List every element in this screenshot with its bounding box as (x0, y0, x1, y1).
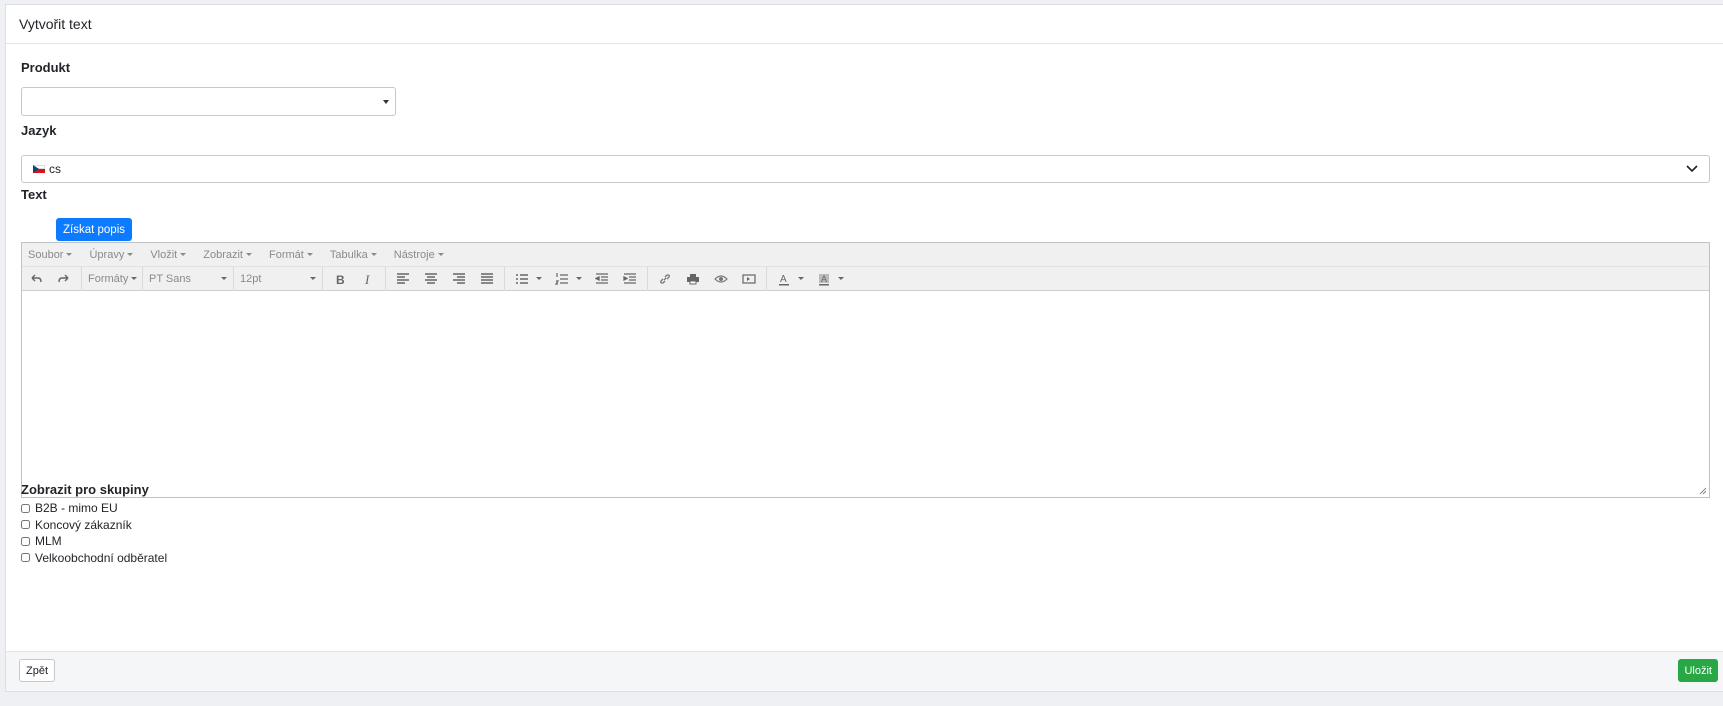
menu-soubor[interactable]: Soubor (28, 249, 73, 261)
italic-icon: I (364, 272, 370, 286)
get-description-button[interactable]: Získat popis (56, 218, 132, 241)
menu-tabulka[interactable]: Tabulka (330, 249, 377, 261)
menu-upravy[interactable]: Úpravy (89, 249, 134, 261)
menu-nastroje[interactable]: Nástroje (394, 249, 444, 261)
back-button[interactable]: Zpět (19, 659, 56, 682)
jazyk-select[interactable]: cs (21, 155, 1710, 183)
resize-handle-icon[interactable] (1699, 487, 1707, 495)
bullet-list-button[interactable] (508, 268, 548, 290)
redo-icon (58, 274, 69, 282)
text-color-icon: A (778, 274, 789, 285)
align-right-icon (453, 272, 465, 284)
editor-menubar: Soubor Úpravy Vložit Zobrazit Formát Tab… (22, 243, 1709, 267)
menu-format[interactable]: Formát (269, 249, 313, 261)
group-checkbox[interactable] (21, 503, 30, 513)
page-background (0, 692, 1723, 706)
group-checkbox[interactable] (21, 536, 30, 546)
eye-icon (714, 274, 728, 283)
jazyk-label: Jazyk (21, 123, 57, 138)
italic-button[interactable]: I (354, 268, 382, 290)
rich-text-editor: Soubor Úpravy Vložit Zobrazit Formát Tab… (21, 242, 1710, 498)
undo-button[interactable] (22, 268, 50, 290)
caret-down-icon (383, 100, 389, 104)
produkt-select[interactable] (21, 87, 396, 116)
card-header: Vytvořit text (6, 5, 1723, 44)
print-icon (687, 273, 699, 284)
jazyk-select-value: cs (49, 162, 61, 176)
page-title: Vytvořit text (19, 16, 92, 32)
formats-dropdown[interactable]: Formáty (82, 268, 142, 290)
card-footer: Zpět Uložit (6, 651, 1723, 691)
text-label: Text (21, 187, 47, 202)
svg-text:B: B (336, 273, 345, 286)
bold-icon: B (336, 273, 345, 286)
align-justify-icon (481, 272, 493, 284)
align-center-icon (425, 272, 437, 284)
text-color-button[interactable]: A (770, 268, 810, 290)
group-checkbox-row[interactable]: Koncový zákazník (21, 517, 167, 533)
background-color-button[interactable]: A (810, 268, 850, 290)
group-checkbox-row[interactable]: Velkoobchodní odběratel (21, 550, 167, 566)
bold-button[interactable]: B (326, 268, 354, 290)
outdent-button[interactable] (588, 268, 616, 290)
groups-label: Zobrazit pro skupiny (21, 482, 149, 497)
group-checkbox-row[interactable]: MLM (21, 533, 167, 549)
align-justify-button[interactable] (473, 268, 501, 290)
align-right-button[interactable] (445, 268, 473, 290)
editor-toolbar: Formáty PT Sans 12pt B I A A (22, 266, 1709, 291)
svg-text:A: A (821, 274, 827, 284)
group-checkbox[interactable] (21, 520, 30, 529)
align-left-button[interactable] (389, 268, 417, 290)
link-icon (660, 273, 670, 284)
outdent-icon (595, 272, 608, 284)
svg-text:I: I (364, 272, 370, 286)
background-color-icon: A (818, 273, 829, 285)
group-checkbox[interactable] (21, 553, 30, 562)
editor-content-area[interactable] (22, 291, 1709, 497)
redo-button[interactable] (50, 268, 78, 290)
svg-text:A: A (780, 274, 787, 285)
numbered-list-icon (554, 272, 568, 285)
numbered-list-button[interactable] (548, 268, 588, 290)
chevron-down-icon (1686, 165, 1698, 173)
bullet-list-icon (515, 273, 528, 284)
indent-icon (623, 272, 636, 284)
menu-zobrazit[interactable]: Zobrazit (203, 249, 252, 261)
align-center-button[interactable] (417, 268, 445, 290)
create-text-card: Vytvořit text Produkt Jazyk cs Text Získ… (5, 4, 1723, 692)
undo-icon (31, 274, 42, 282)
save-button[interactable]: Uložit (1678, 659, 1718, 682)
groups-checkbox-list: B2B - mimo EU Koncový zákazník MLM Velko… (21, 500, 167, 566)
media-icon (742, 273, 756, 284)
indent-button[interactable] (616, 268, 644, 290)
media-button[interactable] (735, 268, 763, 290)
font-family-dropdown[interactable]: PT Sans (143, 268, 233, 290)
print-button[interactable] (679, 268, 707, 290)
czech-flag-icon (33, 165, 45, 173)
link-button[interactable] (651, 268, 679, 290)
font-size-dropdown[interactable]: 12pt (234, 268, 322, 290)
produkt-label: Produkt (21, 60, 71, 75)
align-left-icon (397, 272, 409, 284)
preview-button[interactable] (707, 268, 735, 290)
group-checkbox-row[interactable]: B2B - mimo EU (21, 500, 167, 516)
menu-vlozit[interactable]: Vložit (150, 249, 187, 261)
